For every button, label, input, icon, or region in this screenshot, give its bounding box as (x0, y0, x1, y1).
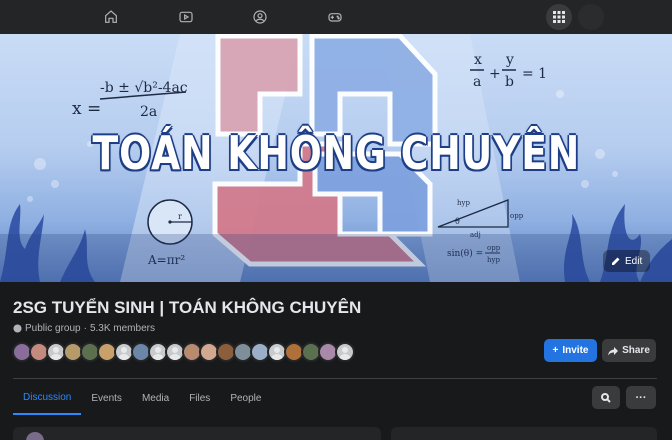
watch-icon[interactable] (176, 7, 196, 27)
edit-cover-label: Edit (625, 255, 643, 267)
cover-photo: x = -b ± √b²-4ac 2a x a + y b = 1 r A=πr… (0, 34, 672, 282)
svg-text:x =: x = (72, 99, 101, 119)
invite-label: Invite (562, 345, 589, 356)
svg-text:+: + (489, 66, 501, 82)
invite-button[interactable]: + Invite (544, 339, 597, 362)
messenger-icon[interactable] (578, 4, 604, 30)
svg-text:x: x (474, 52, 482, 68)
svg-text:r: r (178, 212, 182, 221)
search-button[interactable] (592, 386, 620, 409)
svg-text:hyp: hyp (457, 199, 470, 207)
svg-text:2a: 2a (140, 104, 157, 120)
group-meta: Public group · 5.3K members (13, 323, 155, 334)
composer-card[interactable] (13, 427, 381, 440)
group-name[interactable]: 2SG TUYỂN SINH | TOÁN KHÔNG CHUYÊN (13, 298, 361, 318)
tab-people[interactable]: People (220, 381, 271, 415)
svg-text:b: b (505, 74, 514, 90)
share-label: Share (622, 345, 650, 356)
group-tabs: Discussion Events Media Files People (13, 381, 271, 415)
grid-menu-icon[interactable] (546, 4, 572, 30)
svg-text:= 1: = 1 (522, 66, 547, 82)
top-navigation-bar (0, 0, 672, 34)
globe-icon (13, 324, 22, 333)
header-divider (13, 378, 657, 379)
svg-text:a: a (473, 74, 481, 90)
about-card (391, 427, 657, 440)
home-icon[interactable] (101, 7, 121, 27)
tab-discussion[interactable]: Discussion (13, 381, 82, 415)
pencil-icon (612, 257, 620, 265)
gaming-icon[interactable] (325, 7, 345, 27)
svg-text:y: y (505, 52, 514, 68)
group-member-count[interactable]: 5.3K members (90, 323, 155, 334)
member-avatar[interactable] (335, 342, 355, 362)
plus-icon: + (552, 345, 559, 356)
meta-separator: · (83, 323, 87, 334)
tab-files[interactable]: Files (179, 381, 220, 415)
share-arrow-icon (608, 346, 619, 355)
svg-text:opp: opp (510, 212, 524, 220)
ellipse-formula: x a + y b = 1 (470, 52, 547, 90)
cover-title: TOÁN KHÔNG CHUYÊN (92, 126, 581, 180)
svg-text:θ: θ (455, 217, 460, 226)
more-options-button[interactable]: ··· (626, 386, 656, 409)
tab-media[interactable]: Media (132, 381, 179, 415)
share-button[interactable]: Share (602, 339, 656, 362)
edit-cover-button[interactable]: Edit (603, 250, 651, 272)
search-icon (601, 392, 611, 403)
tab-events[interactable]: Events (81, 381, 132, 415)
groups-icon[interactable] (250, 7, 270, 27)
group-privacy[interactable]: Public group (25, 323, 81, 334)
